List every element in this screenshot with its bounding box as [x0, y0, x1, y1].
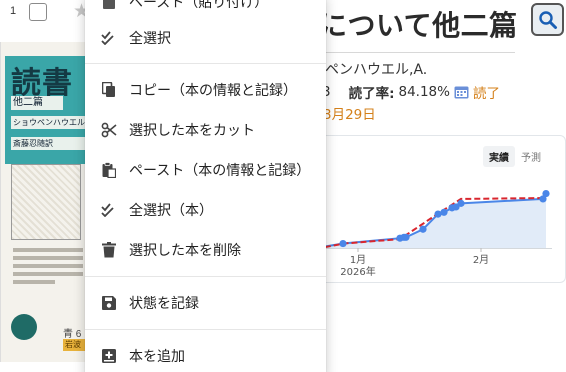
menu-item-paste-top[interactable]: ペースト（貼り付け）: [85, 0, 326, 18]
title-divider: [325, 52, 515, 53]
menu-label: 選択した本をカット: [129, 123, 255, 139]
menu-item-cut-book[interactable]: 選択した本をカット: [85, 114, 326, 146]
menu-divider: [85, 329, 326, 330]
search-button[interactable]: [531, 3, 564, 36]
cover-author: ショウペンハウエル: [11, 116, 86, 129]
chart-point: [440, 208, 448, 216]
read-rate-label: 読了率:: [348, 86, 395, 102]
chart-tick-label: 2月: [473, 254, 489, 266]
row-number: 1: [10, 5, 17, 17]
cover-blurb: [13, 248, 83, 288]
menu-label: ペースト（本の情報と記録）: [129, 163, 311, 179]
chart-tabs: 実績 予測: [483, 146, 547, 167]
book-author: ペンハウエル,A.: [325, 62, 428, 78]
menu-label: 状態を記録: [129, 296, 199, 312]
menu-divider: [85, 276, 326, 277]
add-box-icon: [101, 348, 117, 364]
book-cover-image[interactable]: 読書 他二篇 ショウペンハウエル 斎藤忍随訳 青 6 岩波: [0, 42, 86, 362]
cover-translator: 斎藤忍随訳: [11, 137, 86, 150]
tab-forecast[interactable]: 予測: [515, 146, 547, 167]
scissors-icon: [101, 122, 117, 138]
publisher-logo-icon: [11, 314, 37, 340]
cover-subtitle: 他二篇: [11, 96, 63, 110]
menu-label: 本を追加: [129, 349, 185, 365]
cover-illustration: [11, 164, 81, 240]
menu-divider: [85, 63, 326, 64]
chart-tick-label: 1月: [350, 254, 366, 266]
copy-icon: [101, 82, 117, 98]
double-check-icon: [101, 202, 117, 218]
menu-item-save-state[interactable]: 状態を記録: [85, 287, 326, 319]
chart-point: [339, 239, 347, 248]
floppy-icon: [101, 295, 117, 311]
read-status-link[interactable]: 読了: [473, 82, 500, 102]
reading-stats: 3 読了率: 84.18% 読了: [322, 82, 500, 102]
row-checkbox[interactable]: [29, 3, 47, 21]
finish-date: 3月29日: [323, 107, 376, 123]
menu-item-select-all[interactable]: 全選択: [85, 22, 326, 54]
menu-label: コピー（本の情報と記録）: [129, 83, 297, 99]
menu-item-add-book[interactable]: 本を追加: [85, 340, 326, 372]
paste-icon: [101, 162, 117, 178]
chart-point: [457, 199, 465, 207]
menu-item-delete-book[interactable]: 選択した本を削除: [85, 234, 326, 266]
menu-label: 全選択: [129, 31, 171, 47]
read-rate-value: 84.18%: [398, 84, 450, 100]
cover-tag: 岩波: [63, 339, 86, 351]
chart-point: [419, 225, 427, 233]
menu-item-select-all-books[interactable]: 全選択（本）: [85, 194, 326, 226]
double-check-icon: [101, 30, 117, 46]
trash-icon: [101, 242, 117, 258]
calendar-icon[interactable]: [454, 85, 469, 99]
menu-label: 全選択（本）: [129, 203, 213, 219]
context-menu: ペースト（貼り付け） 全選択 コピー（本の情報と記録） 選択した本をカット ペー…: [85, 0, 326, 372]
cover-price: 青 6: [63, 329, 82, 340]
chart-point: [402, 233, 410, 241]
menu-item-paste-book[interactable]: ペースト（本の情報と記録）: [85, 154, 326, 186]
clipboard-icon: [101, 0, 117, 10]
chart-point: [542, 189, 550, 198]
menu-item-copy-book[interactable]: コピー（本の情報と記録）: [85, 74, 326, 106]
menu-label: ペースト（貼り付け）: [129, 0, 269, 11]
tab-actual[interactable]: 実績: [483, 146, 515, 167]
menu-label: 選択した本を削除: [129, 243, 241, 259]
search-icon: [538, 10, 557, 29]
chart-tick-sublabel: 2026年: [340, 265, 375, 278]
book-title: について他二篇: [319, 9, 518, 42]
